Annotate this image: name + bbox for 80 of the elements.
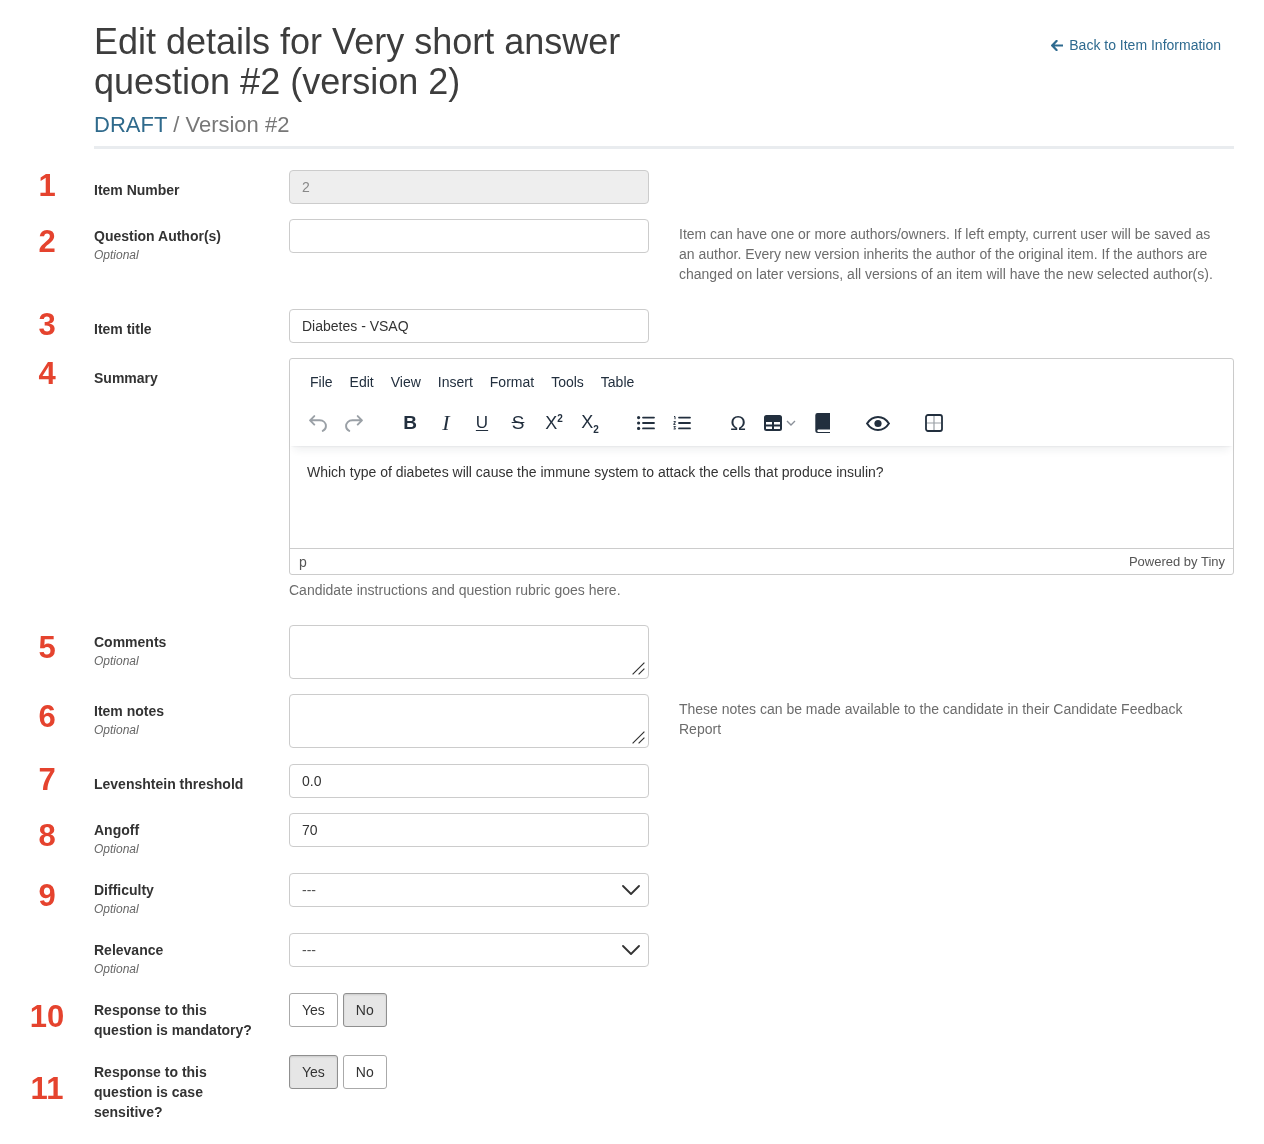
field-label: Response to this question is case sensitive? (94, 1063, 208, 1122)
field-label: Response to this question is mandatory? (94, 1001, 253, 1040)
numbered-list-icon (673, 416, 691, 430)
underline-button[interactable]: U (465, 406, 499, 440)
help-text: Item can have one or more authors/owners. If left empty, current user will be saved as an author. Every new version inherits the author of the original item. If the authors are changed on later versions, all versions of an item will have the new selected author(s). (679, 225, 1214, 284)
annotation-number: 6 (38, 700, 56, 733)
field-label: Angoff (94, 821, 141, 840)
field-label: Summary (94, 368, 159, 388)
toggle-button[interactable]: No (342, 993, 387, 1027)
toggle-button[interactable]: Yes (289, 1055, 338, 1089)
element-path-text[interactable]: p (299, 553, 307, 570)
menu-item[interactable]: Tools (543, 367, 592, 397)
field-label: Item title (94, 319, 153, 339)
chevron-down-icon (622, 945, 640, 955)
annotation-number: 11 (30, 1072, 64, 1105)
optional-note: Optional (94, 722, 140, 739)
field-label: Levenshtein threshold (94, 774, 245, 794)
table-icon (764, 415, 782, 431)
undo-icon (309, 414, 327, 432)
annotation-number: 3 (38, 309, 56, 341)
eye-icon (866, 415, 890, 431)
branding-link[interactable]: Powered by Tiny (1128, 554, 1225, 569)
annotation-number: 10 (29, 1000, 65, 1033)
optional-note: Optional (94, 653, 140, 670)
text-input-field[interactable] (289, 219, 649, 253)
textarea-field[interactable] (289, 625, 649, 679)
help-text: Candidate instructions and question rubric goes here. (289, 581, 622, 600)
special-character-button[interactable]: Ω (721, 406, 755, 440)
superscript-button[interactable]: X$^{2}$ (537, 406, 571, 440)
toggle-button[interactable]: No (342, 1055, 387, 1089)
page-title: Edit details for Very short answer question #2 (version 2) (94, 22, 622, 102)
field-label: Relevance (94, 941, 165, 960)
breadcrumb-link[interactable]: DRAFT (94, 110, 168, 140)
menu-item[interactable]: Insert (429, 367, 481, 397)
text-input-field[interactable]: Diabetes - VSAQ (289, 309, 649, 343)
resize-handle-icon[interactable] (632, 731, 645, 744)
annotation-number: 1 (38, 170, 56, 202)
textarea-field[interactable] (289, 694, 649, 748)
bullet-list-icon (637, 416, 655, 430)
bold-button[interactable]: B (393, 406, 427, 440)
field-label: Difficulty (94, 881, 155, 900)
toggle-button[interactable]: Yes (289, 993, 338, 1027)
menu-item[interactable]: Table (592, 367, 643, 397)
annotation-number: 2 (38, 225, 56, 258)
dropdown-select[interactable]: --- (289, 873, 649, 907)
breadcrumb-current: Version #2 (185, 111, 290, 139)
menu-item[interactable]: File (302, 367, 341, 397)
annotation-number: 4 (38, 358, 56, 390)
back-link[interactable]: Back to Item Information (1051, 35, 1221, 55)
text-input-field[interactable]: 70 (289, 813, 649, 847)
field-label: Item notes (94, 702, 165, 721)
annotation-number: 5 (38, 631, 56, 664)
menu-item[interactable]: Edit (341, 367, 382, 397)
field-label: Comments (94, 633, 168, 652)
annotation-number: 9 (38, 879, 56, 912)
annotation-number: 8 (38, 819, 56, 852)
strikethrough-button[interactable]: S (501, 406, 535, 440)
chevron-down-icon (622, 885, 640, 895)
field-label: Item Number (94, 180, 181, 200)
menu-item[interactable]: View (382, 367, 429, 397)
breadcrumb-separator: / (173, 111, 180, 139)
optional-note: Optional (94, 841, 140, 858)
optional-note: Optional (94, 961, 140, 978)
book-icon (814, 413, 830, 433)
italic-button[interactable]: I (429, 406, 463, 440)
arrow-left-icon (1051, 39, 1064, 51)
editor-text-area[interactable]: Which type of diabetes will cause the immune system to attack the cells that produce insulin? (290, 446, 1233, 548)
subscript-button[interactable]: X$_{2}$ (573, 406, 607, 440)
optional-note: Optional (94, 247, 140, 264)
resize-handle-icon[interactable] (632, 662, 645, 675)
field-label: Question Author(s) (94, 227, 223, 246)
annotation-number: 7 (38, 764, 56, 796)
help-text: These notes can be made available to the candidate in their Candidate Feedback Report (679, 700, 1184, 739)
caret-down-icon (786, 420, 796, 426)
grid-icon (925, 414, 943, 432)
text-input-field[interactable]: 0.0 (289, 764, 649, 798)
menu-item[interactable]: Format (481, 367, 543, 397)
optional-note: Optional (94, 901, 140, 918)
redo-icon (345, 414, 363, 432)
dropdown-select[interactable]: --- (289, 933, 649, 967)
